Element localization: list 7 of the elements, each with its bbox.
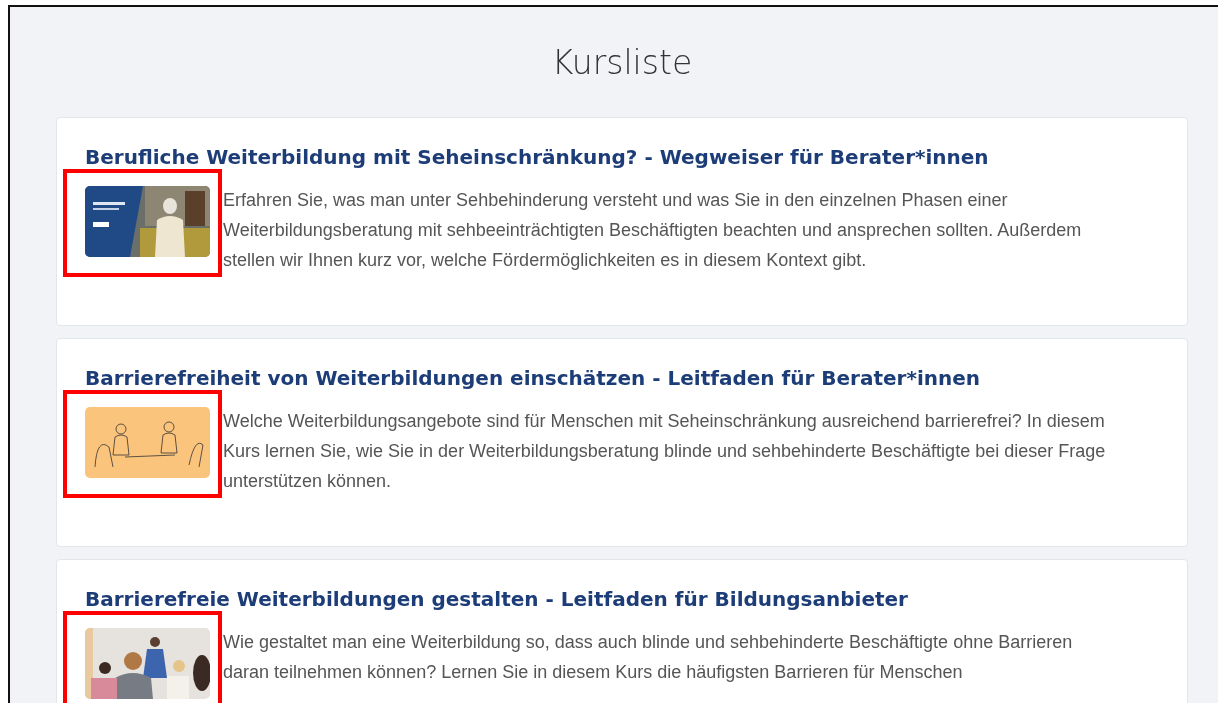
course-description: Welche Weiterbildungsangebote sind für Menschen mit Seheinschränkung ausreichend barrierefrei? In diesem Kurs lernen Sie, wie Sie in der Weiterbildungsberatung blinde und sehbehinderte Beschäftigte bei dieser Frage unterstützen können.: [223, 410, 1107, 493]
course-description: Wie gestaltet man eine Weiterbildung so, dass auch blinde und sehbehinderte Beschäftigte ohne Barrieren daran teilnehmen können? Lernen Sie in diesem Kurs die häufigsten Barrieren für Menschen: [223, 631, 1074, 684]
page-title: Kursliste: [550, 42, 694, 84]
course-title[interactable]: Barrierefreie Weiterbildungen gestalten - Leitfaden für Bildungsanbieter: [85, 586, 1159, 612]
course-title[interactable]: Barrierefreiheit von Weiterbildungen einschätzen - Leitfaden für Berater*innen: [85, 365, 1159, 391]
course-description: Erfahren Sie, was man unter Sehbehinderung versteht und was Sie in den einzelnen Phasen einer Weiterbildungsberatung mit sehbeeinträchtigten Beschäftigten beachten und ansprechen sollten. Außerdem stellen wir Ihnen kurz vor, welche Fördermöglichkeiten es in diesem Kontext gibt.: [223, 189, 1083, 272]
course-title[interactable]: Berufliche Weiterbildung mit Seheinschränkung? - Wegweiser für Berater*innen: [85, 144, 1159, 170]
